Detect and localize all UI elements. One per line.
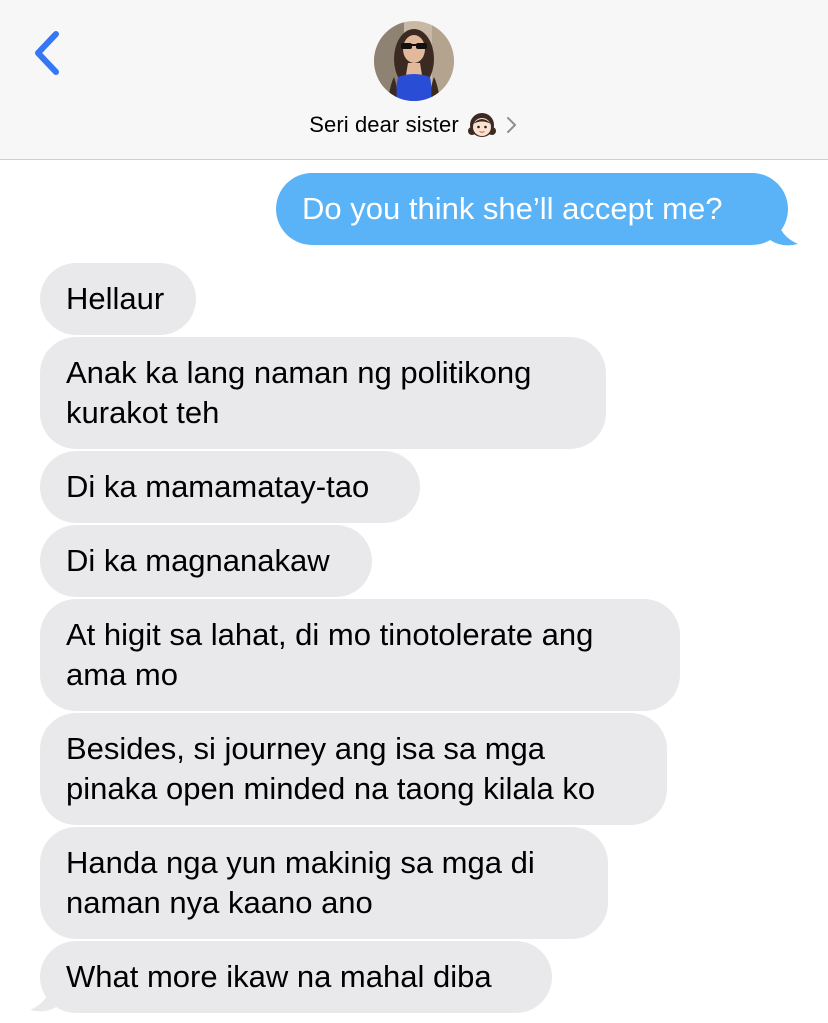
incoming-message-bubble[interactable]: Besides, si journey ang isa sa mga pinak… <box>40 713 667 825</box>
incoming-message-bubble[interactable]: Di ka mamamatay-tao <box>40 451 420 523</box>
message-text: Do you think she’ll accept me? <box>302 191 723 226</box>
message-text-line: naman nya kaano ano <box>66 885 373 920</box>
message-text-line: kurakot teh <box>66 395 220 430</box>
incoming-message-bubble[interactable]: At higit sa lahat, di mo tinotolerate an… <box>40 599 680 711</box>
message-text: What more ikaw na mahal diba <box>66 959 492 994</box>
message-text-line: ama mo <box>66 657 178 692</box>
avatar-photo <box>374 21 454 101</box>
message-text: Hellaur <box>66 281 165 316</box>
conversation-header: Seri dear sister <box>0 0 828 160</box>
contact-details-row[interactable]: Seri dear sister <box>0 108 828 142</box>
outgoing-bubble-tail <box>770 220 798 246</box>
girl-emoji-icon <box>467 113 496 137</box>
incoming-bubble-tail <box>30 986 58 1012</box>
message-text-line: pinaka open minded na taong kilala ko <box>66 771 596 806</box>
chevron-left-icon <box>35 31 59 75</box>
contact-avatar[interactable] <box>374 21 454 101</box>
message-text-line: Handa nga yun makinig sa mga di <box>66 845 535 880</box>
contact-name: Seri dear sister <box>309 112 459 137</box>
message-text-line: Anak ka lang naman ng politikong <box>66 355 532 390</box>
chevron-right-icon <box>506 117 516 133</box>
message-text-line: Besides, si journey ang isa sa mga <box>66 731 546 766</box>
back-button[interactable] <box>28 30 68 78</box>
outgoing-message-bubble[interactable]: Do you think she’ll accept me? <box>276 173 788 245</box>
incoming-message-bubble[interactable]: Handa nga yun makinig sa mga di naman ny… <box>40 827 608 939</box>
message-text-line: At higit sa lahat, di mo tinotolerate an… <box>66 617 594 652</box>
incoming-message-bubble[interactable]: Di ka magnanakaw <box>40 525 372 597</box>
incoming-message-bubble[interactable]: What more ikaw na mahal diba <box>40 941 552 1013</box>
message-text: Di ka magnanakaw <box>66 543 330 578</box>
message-text: Di ka mamamatay-tao <box>66 469 370 504</box>
incoming-message-bubble[interactable]: Hellaur <box>40 263 196 335</box>
incoming-message-bubble[interactable]: Anak ka lang naman ng politikong kurakot… <box>40 337 606 449</box>
message-list[interactable]: Do you think she’ll accept me? Hellaur A… <box>0 160 828 1023</box>
